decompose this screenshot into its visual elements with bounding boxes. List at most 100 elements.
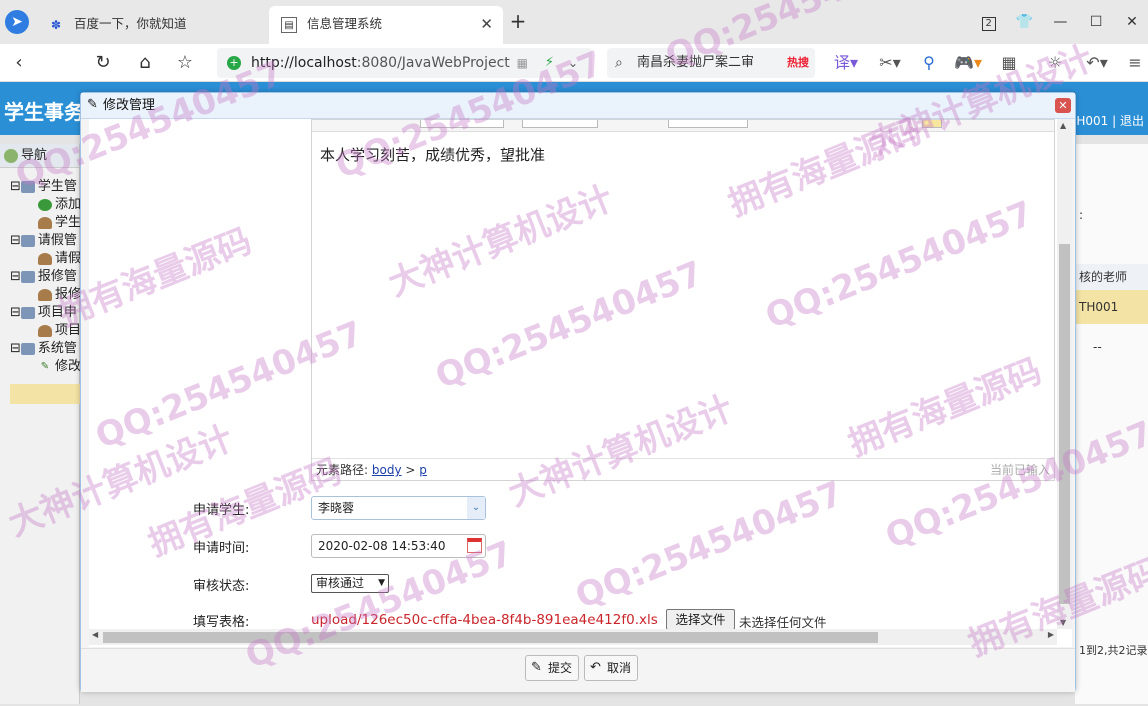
horizontal-scroll-thumb[interactable] <box>103 632 878 643</box>
sidebar: 导航 ⊟ 学生管 添加 学生 ⊟ 请假管 请假 ⊟ 报修管 报修 ⊟ 项目申 项目 ⊟ 系… <box>0 144 81 704</box>
paragraph-select[interactable] <box>668 120 748 128</box>
tree-item-student-mgmt[interactable]: ⊟ 学生管 <box>10 178 77 196</box>
apps-grid-icon[interactable]: ▦ <box>996 50 1022 76</box>
globe-icon <box>4 148 18 163</box>
window-controls: 2 👕 — ☐ ✕ <box>973 8 1148 36</box>
submit-button[interactable]: ✎ 提交 <box>525 655 580 681</box>
scissors-icon[interactable]: ✂▾ <box>874 50 906 76</box>
tree-item-leave[interactable]: 请假 <box>38 250 81 268</box>
status-label: 审核状态: <box>193 579 250 594</box>
student-select[interactable]: 李晓蓉 ⌄ <box>311 496 486 520</box>
secure-shield-icon: + <box>227 56 241 70</box>
reload-icon[interactable]: ↻ <box>90 50 116 76</box>
scroll-left-icon[interactable]: ◀ <box>92 630 98 639</box>
vertical-scroll-thumb[interactable] <box>1059 244 1070 604</box>
dialog-title: 修改管理 <box>103 98 156 113</box>
tree-item-project-mgmt[interactable]: ⊟ 项目申 <box>10 304 77 322</box>
time-label: 申请时间: <box>193 541 250 556</box>
tab-count-button[interactable]: 2 <box>973 8 1005 36</box>
path-p-link[interactable]: p <box>419 463 427 477</box>
calendar-icon[interactable] <box>467 538 482 553</box>
address-bar[interactable]: + http://localhost:8080/JavaWebProject ▦… <box>217 48 592 78</box>
tree-item-modify[interactable]: ✎ 修改 <box>38 358 81 376</box>
path-body-link[interactable]: body <box>372 463 402 477</box>
font-family-select[interactable] <box>420 120 504 128</box>
close-tab-icon[interactable]: ✕ <box>480 6 493 42</box>
tab-title: 百度一下，你就知道 <box>74 16 187 31</box>
user-icon <box>38 288 52 301</box>
grid-icon[interactable]: ▦ <box>517 48 528 78</box>
editor-content[interactable]: 本人学习刻苦，成绩优秀，望批准 <box>320 144 545 165</box>
file-label: 填写表格: <box>193 615 250 630</box>
maximize-button[interactable]: ☐ <box>1080 8 1112 36</box>
tree-selection-highlight <box>10 384 80 404</box>
chevron-down-icon: ⌄ <box>467 497 485 519</box>
vertical-scrollbar[interactable]: ▲ ▼ <box>1057 119 1072 629</box>
computer-icon <box>20 234 35 247</box>
address-host: http://localhost <box>251 55 357 71</box>
toolbar-button[interactable] <box>922 120 942 128</box>
chevron-down-icon[interactable]: ⌄ <box>568 48 578 78</box>
translate-icon[interactable]: 译▾ <box>830 50 862 76</box>
font-size-select[interactable] <box>522 120 598 128</box>
undo-icon[interactable]: ↶▾ <box>1080 50 1114 76</box>
shirt-skin-icon[interactable]: 👕 <box>1009 8 1041 36</box>
menu-icon[interactable]: ≡ <box>1122 50 1148 76</box>
home-icon[interactable]: ⌂ <box>132 50 158 76</box>
close-icon[interactable]: ✕ <box>1055 98 1071 113</box>
star-icon[interactable]: ☆ <box>172 50 198 76</box>
table-header-cell: 核的老师 <box>1075 264 1148 290</box>
scroll-up-icon[interactable]: ▲ <box>1060 121 1066 130</box>
undo-arrow-icon: ↶ <box>590 660 601 675</box>
gamepad-icon[interactable]: 🎮▾ <box>950 50 986 76</box>
page-icon: ▤ <box>281 17 297 33</box>
magnifier-icon[interactable]: ⚲ <box>916 50 942 76</box>
status-select[interactable]: 审核通过 ▼ <box>311 574 389 593</box>
computer-icon <box>20 342 35 355</box>
hot-search-badge: 热搜 <box>787 56 809 69</box>
user-info[interactable]: H001 | 退出 <box>1076 112 1144 129</box>
user-icon <box>38 324 52 337</box>
tab-title: 信息管理系统 <box>307 16 383 31</box>
minimize-button[interactable]: — <box>1044 8 1076 36</box>
editor-toolbar[interactable] <box>312 120 1054 132</box>
lightning-icon[interactable]: ⚡ <box>545 48 554 78</box>
word-count: 当前已输入 <box>989 463 1050 477</box>
new-tab-button[interactable]: + <box>506 10 530 34</box>
search-box[interactable]: ⌕ 南昌杀妻抛尸案二审 热搜 <box>607 48 815 78</box>
horizontal-scrollbar[interactable]: ◀ ▶ <box>89 629 1057 645</box>
scroll-down-icon[interactable]: ▼ <box>1060 618 1066 627</box>
browser-tab-bar: ➤ ✽ 百度一下，你就知道 ▤ 信息管理系统 ✕ + 2 👕 — ☐ ✕ <box>0 0 1148 44</box>
file-link[interactable]: upload/126ec50c-cffa-4bea-8f4b-891ea4e41… <box>311 612 658 628</box>
tab-info-system[interactable]: ▤ 信息管理系统 ✕ <box>269 6 503 44</box>
search-text: 南昌杀妻抛尸案二审 <box>637 55 755 70</box>
pencil-icon: ✎ <box>40 360 50 372</box>
computer-icon <box>20 180 35 193</box>
brightness-icon[interactable]: ☼ <box>1042 50 1068 76</box>
edit-dialog: ✎ 修改管理 ✕ 本人学习刻苦，成绩优秀，望批准 元素路径: body > p … <box>80 92 1076 692</box>
back-icon[interactable]: ‹ <box>6 50 32 76</box>
nav-header: 导航 <box>0 144 79 168</box>
tree-item-repair[interactable]: 报修 <box>38 286 81 304</box>
user-icon <box>38 216 52 229</box>
dialog-title-bar: ✎ 修改管理 ✕ <box>81 93 1075 119</box>
tree-item-project[interactable]: 项目 <box>38 322 81 340</box>
tree-item-repair-mgmt[interactable]: ⊟ 报修管 <box>10 268 77 286</box>
tree-item-leave-mgmt[interactable]: ⊟ 请假管 <box>10 232 77 250</box>
time-input[interactable]: 2020-02-08 14:53:40 <box>311 534 486 558</box>
tab-baidu[interactable]: ✽ 百度一下，你就知道 <box>36 6 268 44</box>
scroll-right-icon[interactable]: ▶ <box>1048 630 1054 639</box>
rich-text-editor[interactable]: 本人学习刻苦，成绩优秀，望批准 元素路径: body > p 当前已输入 <box>311 119 1055 481</box>
app-title: 学生事务 <box>4 100 84 124</box>
edit-icon: ✎ <box>531 660 542 675</box>
cancel-button[interactable]: ↶ 取消 <box>584 655 639 681</box>
student-label: 申请学生: <box>193 503 250 518</box>
browser-logo-icon[interactable]: ➤ <box>5 10 29 34</box>
tree-item-system-mgmt[interactable]: ⊟ 系统管 <box>10 340 77 358</box>
close-window-button[interactable]: ✕ <box>1116 8 1148 36</box>
edit-icon: ✎ <box>87 97 98 112</box>
dialog-footer: ✎ 提交 ↶ 取消 <box>81 648 1075 692</box>
tree-item-student[interactable]: 学生 <box>38 214 81 232</box>
choose-file-button[interactable]: 选择文件 <box>666 609 735 630</box>
tree-item-add[interactable]: 添加 <box>38 196 81 214</box>
